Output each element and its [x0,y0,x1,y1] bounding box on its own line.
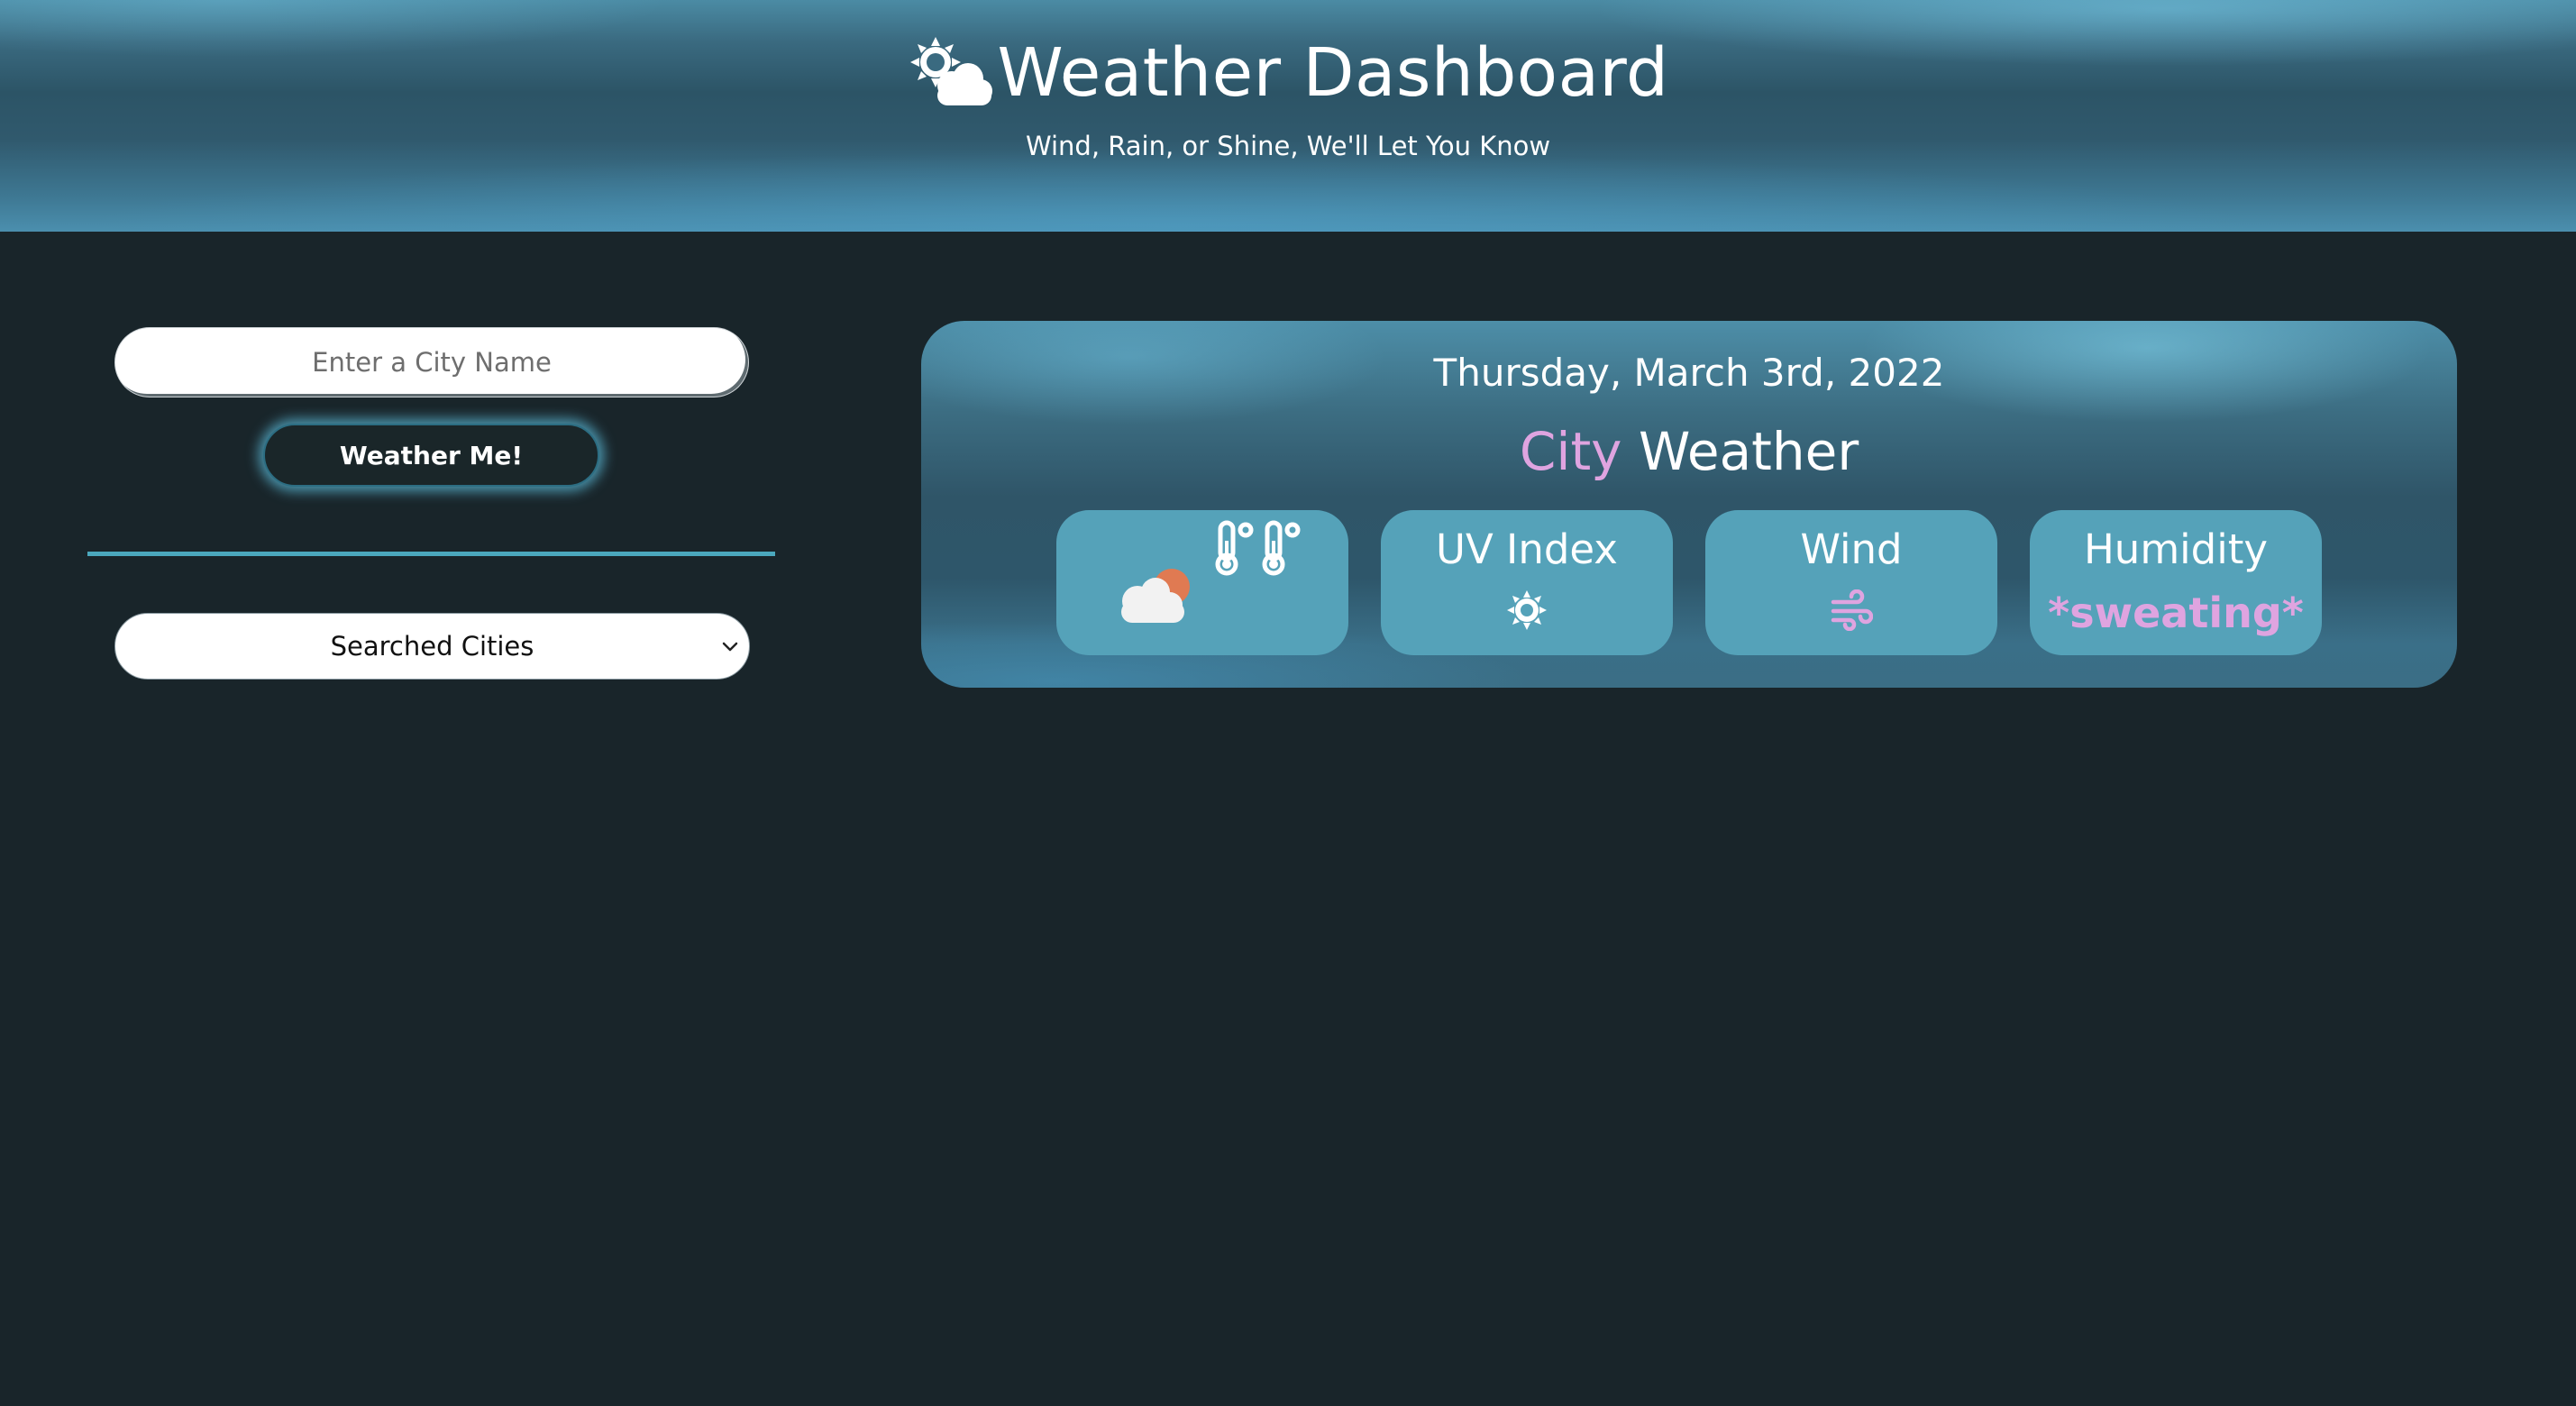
city-weather-heading: City Weather [921,420,2457,483]
uv-index-title: UV Index [1436,525,1618,573]
city-name: City [1519,421,1622,482]
partly-cloudy-icon [1121,569,1190,623]
sun-cloud-icon [910,37,993,105]
page-subtitle: Wind, Rain, or Shine, We'll Let You Know [1025,131,1551,161]
title-row: Weather Dashboard [0,32,2576,114]
sun-icon [1507,590,1547,630]
city-search-input[interactable] [115,328,748,397]
weather-word: Weather [1638,421,1859,482]
current-weather-card: Thursday, March 3rd, 2022 City Weather U… [921,321,2457,688]
page-title: Weather Dashboard [997,34,1669,112]
chevron-down-icon [722,642,738,652]
weather-me-button[interactable]: Weather Me! [263,424,599,487]
uv-index-box: UV Index [1381,510,1673,655]
thermometer-degree-icon [1215,520,1301,576]
conditions-box [1056,510,1348,655]
wind-box: Wind [1705,510,1997,655]
humidity-box: Humidity *sweating* [2030,510,2322,655]
current-date: Thursday, March 3rd, 2022 [1433,351,1945,395]
page-header: Weather Dashboard Wind, Rain, or Shine, … [0,0,2576,232]
searched-cities-select[interactable]: Searched Cities [114,613,750,680]
sidebar-divider [87,552,775,556]
wind-title: Wind [1800,525,1903,573]
wind-icon [1831,589,1873,631]
humidity-value: *sweating* [2048,589,2304,637]
searched-cities-label: Searched Cities [330,631,534,662]
humidity-title: Humidity [2083,525,2269,573]
